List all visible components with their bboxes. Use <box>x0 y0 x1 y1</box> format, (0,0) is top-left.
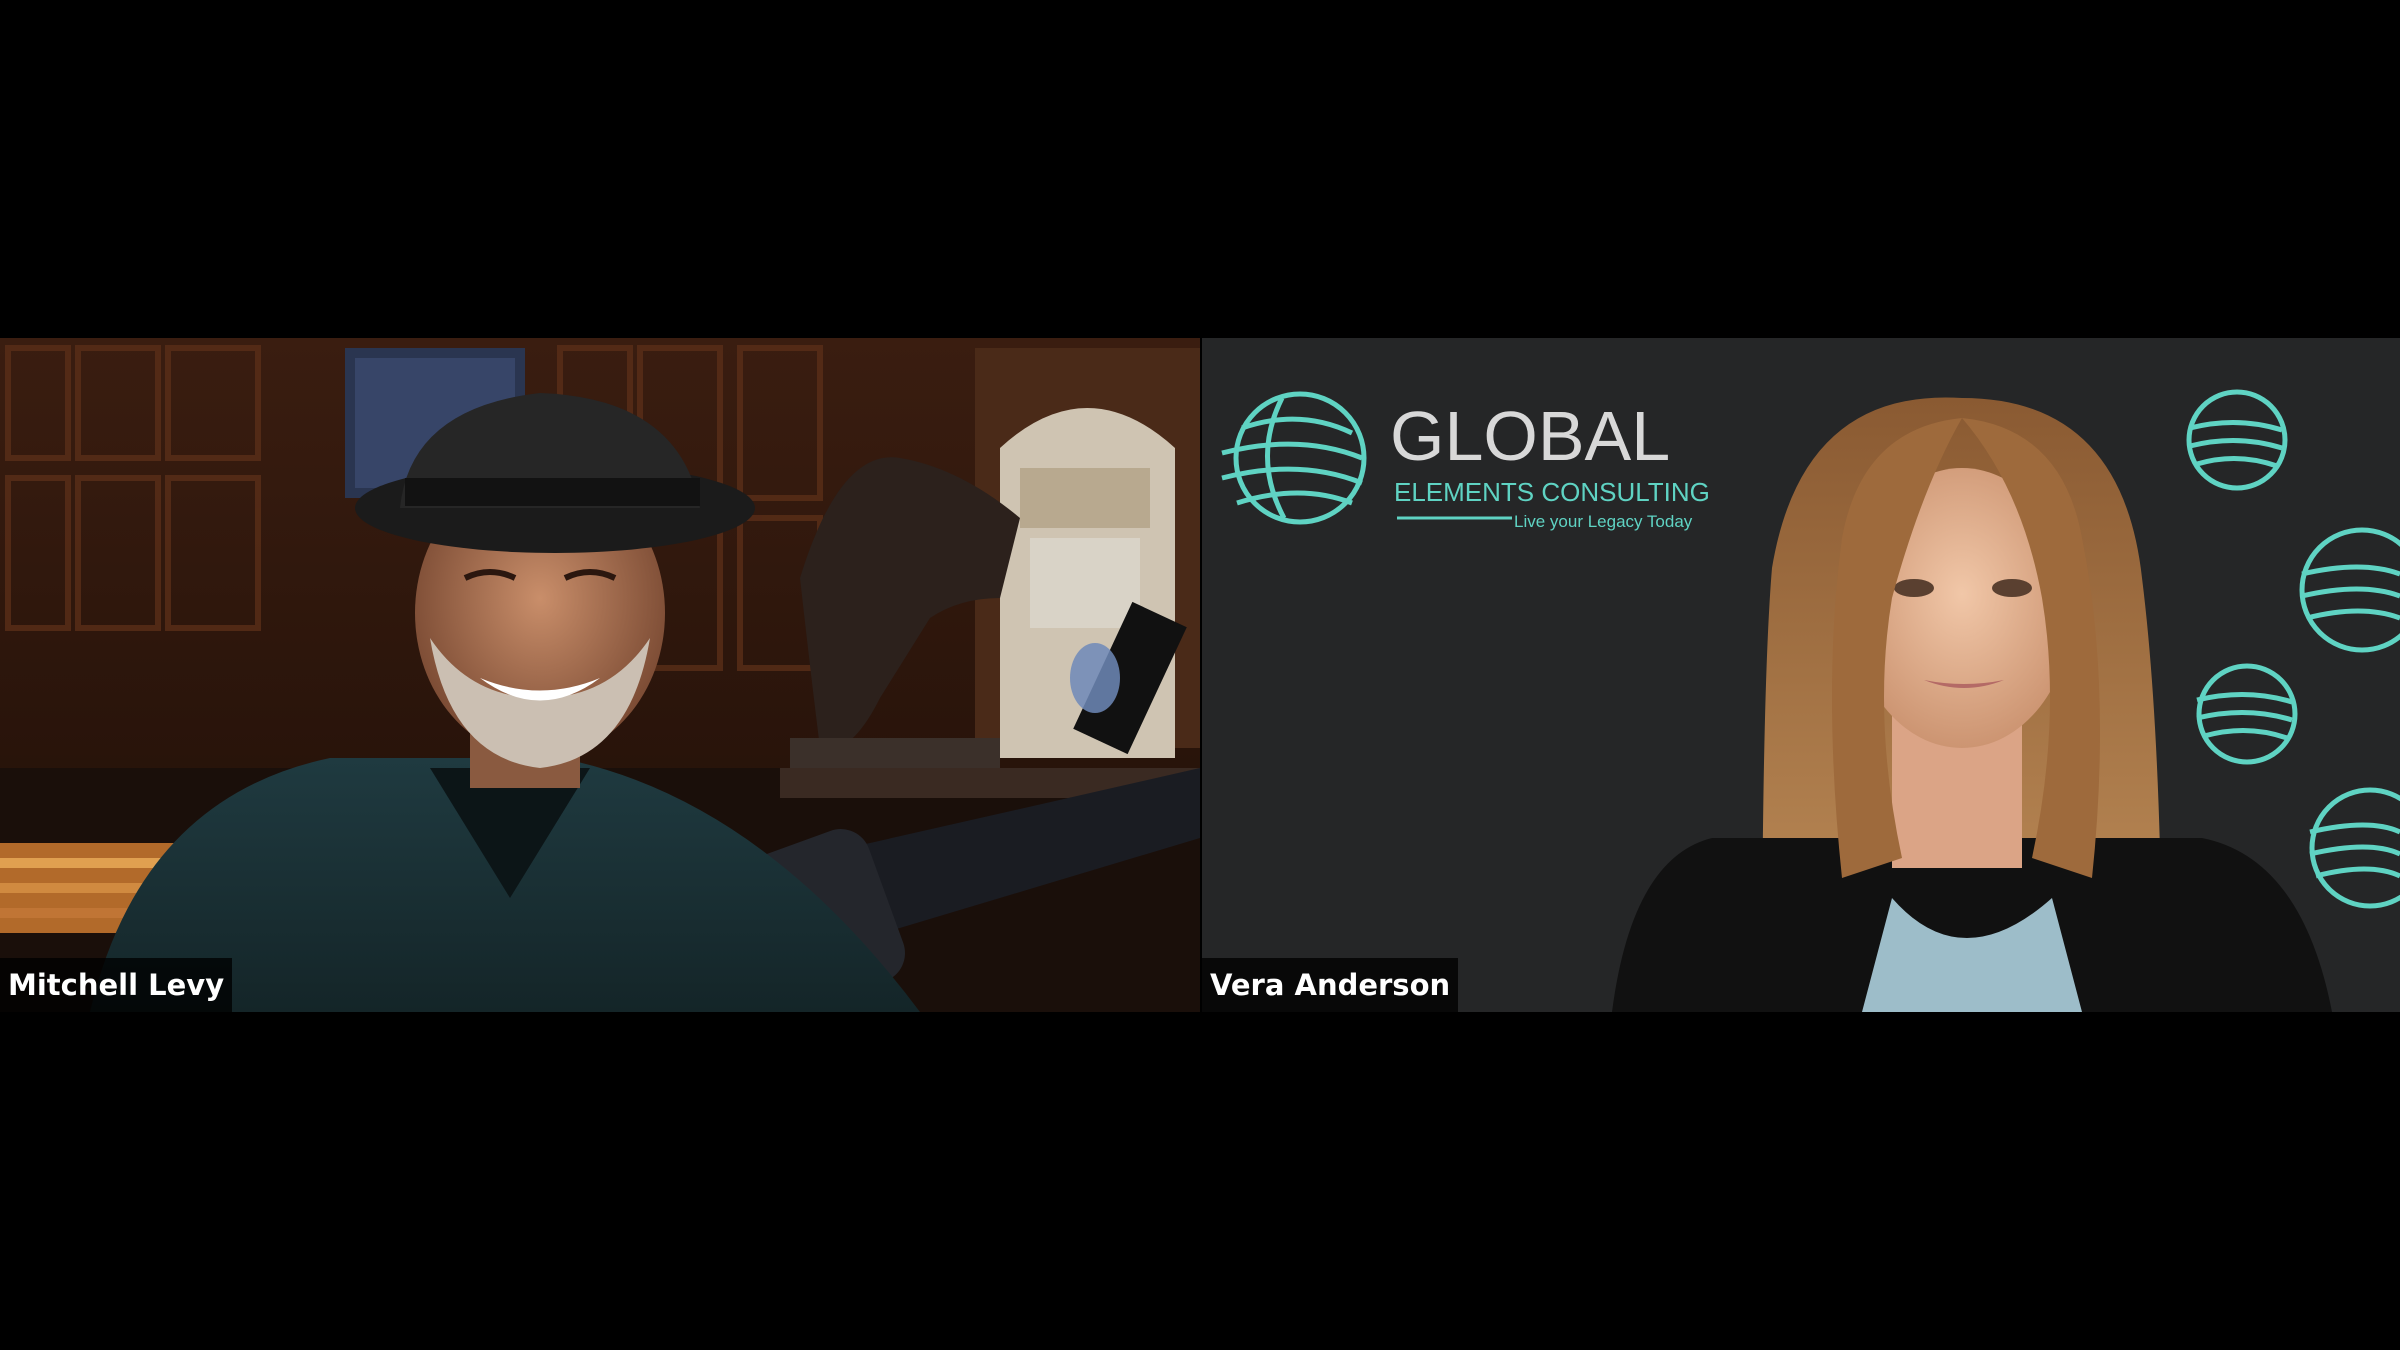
participant-video-frame-vera: GLOBAL ELEMENTS CONSULTING Live your Leg… <box>1202 338 2400 1012</box>
participant-video-frame-mitchell <box>0 338 1200 1012</box>
meeting-stage: Mitchell Levy GLOBAL ELEMENTS CONSULTING… <box>0 0 2400 1350</box>
participant-video-tile[interactable]: Mitchell Levy <box>0 338 1200 1012</box>
brand-title: GLOBAL <box>1390 397 1670 475</box>
participant-name-label: Mitchell Levy <box>0 958 233 1012</box>
participant-name-label: Vera Anderson <box>1202 958 1459 1012</box>
brand-tagline: Live your Legacy Today <box>1514 512 1693 531</box>
participant-video-tile[interactable]: GLOBAL ELEMENTS CONSULTING Live your Leg… <box>1202 338 2400 1012</box>
brand-subtitle: ELEMENTS CONSULTING <box>1394 477 1710 507</box>
